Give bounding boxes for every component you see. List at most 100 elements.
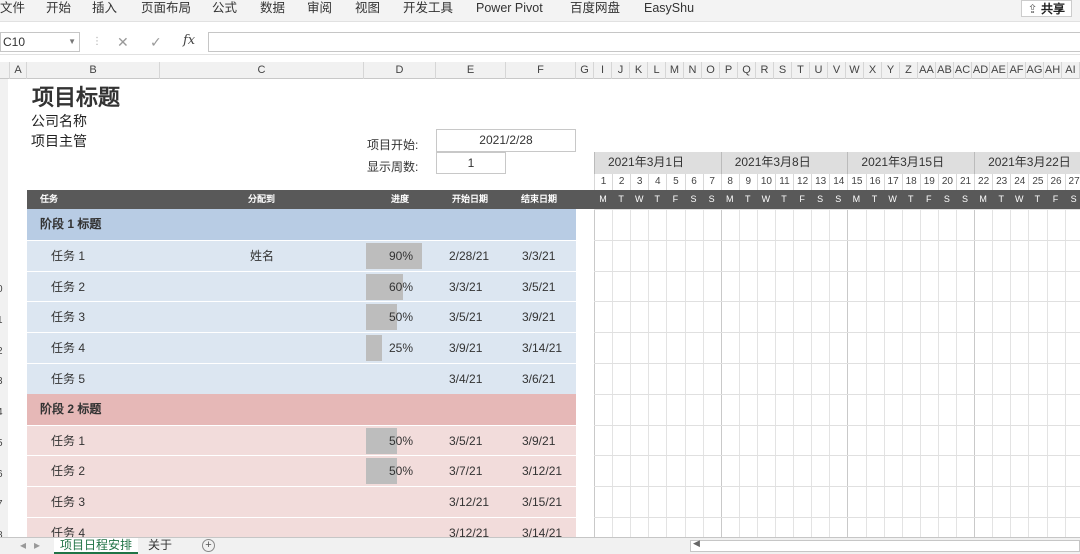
task-name[interactable]: 任务 4 <box>51 333 85 363</box>
share-button[interactable]: ⇪ 共享 <box>1020 0 1072 17</box>
task-row[interactable]: 任务 3 50% 3/5/21 3/9/21 <box>27 301 576 333</box>
column-header[interactable]: L <box>648 62 666 79</box>
phase-title[interactable]: 阶段 2 标题 <box>40 394 101 424</box>
task-name[interactable]: 任务 1 <box>51 241 85 271</box>
task-row[interactable]: 任务 3 3/12/21 3/15/21 <box>27 486 576 517</box>
task-progress[interactable]: 50% <box>389 426 413 456</box>
task-row[interactable]: 任务 2 50% 3/7/21 3/12/21 <box>27 455 576 487</box>
task-end-date[interactable]: 3/12/21 <box>522 456 562 486</box>
add-sheet-icon[interactable]: + <box>202 539 215 552</box>
column-header[interactable]: W <box>846 62 864 79</box>
project-title[interactable]: 项目标题 <box>32 80 120 112</box>
task-row[interactable]: 任务 1 姓名 90% 2/28/21 3/3/21 <box>27 239 576 271</box>
menu-view[interactable]: 视图 <box>355 0 380 17</box>
scroll-tabs-right-icon[interactable]: ▸ <box>28 538 46 554</box>
task-progress[interactable]: 50% <box>389 456 413 486</box>
column-header[interactable]: AD <box>972 62 990 79</box>
task-start-date[interactable]: 3/7/21 <box>449 456 482 486</box>
task-row[interactable]: 任务 2 60% 3/3/21 3/5/21 <box>27 270 576 302</box>
column-header[interactable]: AH <box>1044 62 1062 79</box>
task-end-date[interactable]: 3/14/21 <box>522 333 562 363</box>
cancel-icon[interactable]: ✕ <box>117 33 129 51</box>
column-header[interactable]: AG <box>1026 62 1044 79</box>
column-header[interactable]: AF <box>1008 62 1026 79</box>
menu-home[interactable]: 开始 <box>46 0 71 17</box>
column-header[interactable]: AB <box>936 62 954 79</box>
phase-row[interactable]: 阶段 2 标题 <box>27 393 576 425</box>
task-row[interactable]: 任务 1 50% 3/5/21 3/9/21 <box>27 424 576 456</box>
menu-power-pivot[interactable]: Power Pivot <box>476 0 543 17</box>
column-header[interactable]: M <box>666 62 684 79</box>
sheet-tab-about[interactable]: 关于 <box>142 538 178 554</box>
column-header[interactable]: X <box>864 62 882 79</box>
select-all-corner[interactable] <box>0 62 10 79</box>
header-end-date[interactable]: 结束日期 <box>521 190 557 209</box>
task-end-date[interactable]: 3/6/21 <box>522 364 555 394</box>
chevron-down-icon[interactable]: ▼ <box>68 33 76 51</box>
task-start-date[interactable]: 3/4/21 <box>449 364 482 394</box>
phase-title[interactable]: 阶段 1 标题 <box>40 209 101 239</box>
row-header[interactable]: 5 <box>0 438 3 449</box>
column-header[interactable]: AA <box>918 62 936 79</box>
column-header[interactable]: AI <box>1062 62 1080 79</box>
enter-icon[interactable]: ✓ <box>150 33 162 51</box>
row-header[interactable]: 4 <box>0 407 3 418</box>
task-assignee[interactable]: 姓名 <box>250 241 274 271</box>
menu-easyshu[interactable]: EasyShu <box>644 0 694 17</box>
horizontal-scrollbar[interactable]: ◀ <box>690 538 1080 552</box>
task-name[interactable]: 任务 3 <box>51 302 85 332</box>
column-header[interactable]: AC <box>954 62 972 79</box>
column-header[interactable]: P <box>720 62 738 79</box>
row-header[interactable]: 6 <box>0 469 3 480</box>
task-end-date[interactable]: 3/3/21 <box>522 241 555 271</box>
task-end-date[interactable]: 3/5/21 <box>522 272 555 302</box>
column-header[interactable]: C <box>160 62 364 79</box>
task-progress[interactable]: 90% <box>389 241 413 271</box>
column-header[interactable]: S <box>774 62 792 79</box>
task-start-date[interactable]: 3/5/21 <box>449 302 482 332</box>
row-header[interactable]: 7 <box>0 499 3 510</box>
task-name[interactable]: 任务 5 <box>51 364 85 394</box>
task-progress[interactable]: 60% <box>389 272 413 302</box>
header-start-date[interactable]: 开始日期 <box>452 190 488 209</box>
weeks-shown-input[interactable]: 1 <box>436 152 506 174</box>
task-start-date[interactable]: 2/28/21 <box>449 241 489 271</box>
column-header[interactable]: B <box>27 62 160 79</box>
header-assigned[interactable]: 分配到 <box>248 190 275 209</box>
column-header[interactable]: V <box>828 62 846 79</box>
task-name[interactable]: 任务 3 <box>51 487 85 517</box>
menu-review[interactable]: 审阅 <box>307 0 332 17</box>
name-box[interactable]: C10 ▼ <box>0 32 80 52</box>
column-header[interactable]: T <box>792 62 810 79</box>
row-header[interactable]: 1 <box>0 315 3 326</box>
menu-data[interactable]: 数据 <box>260 0 285 17</box>
task-end-date[interactable]: 3/15/21 <box>522 487 562 517</box>
header-progress[interactable]: 进度 <box>391 190 409 209</box>
row-header[interactable]: 2 <box>0 346 3 357</box>
task-name[interactable]: 任务 2 <box>51 456 85 486</box>
task-start-date[interactable]: 3/12/21 <box>449 487 489 517</box>
column-header[interactable]: E <box>436 62 506 79</box>
column-header[interactable]: F <box>506 62 576 79</box>
row-header[interactable]: 0 <box>0 284 3 295</box>
task-progress[interactable]: 25% <box>389 333 413 363</box>
task-end-date[interactable]: 3/9/21 <box>522 302 555 332</box>
menu-file[interactable]: 文件 <box>0 0 25 17</box>
task-start-date[interactable]: 3/3/21 <box>449 272 482 302</box>
task-progress[interactable]: 50% <box>389 302 413 332</box>
menu-formulas[interactable]: 公式 <box>212 0 237 17</box>
sheet-tab-schedule[interactable]: 项目日程安排 <box>54 538 139 554</box>
column-header[interactable]: D <box>364 62 436 79</box>
menu-baidu-netdisk[interactable]: 百度网盘 <box>570 0 620 17</box>
task-name[interactable]: 任务 2 <box>51 272 85 302</box>
column-header[interactable]: I <box>594 62 612 79</box>
column-header[interactable]: AE <box>990 62 1008 79</box>
column-header[interactable]: N <box>684 62 702 79</box>
task-row[interactable]: 任务 4 25% 3/9/21 3/14/21 <box>27 332 576 363</box>
company-name[interactable]: 公司名称 <box>31 111 87 131</box>
menu-page-layout[interactable]: 页面布局 <box>141 0 191 17</box>
project-manager[interactable]: 项目主管 <box>31 131 87 151</box>
task-start-date[interactable]: 3/9/21 <box>449 333 482 363</box>
column-header[interactable]: Y <box>882 62 900 79</box>
row-header[interactable]: 3 <box>0 376 3 387</box>
